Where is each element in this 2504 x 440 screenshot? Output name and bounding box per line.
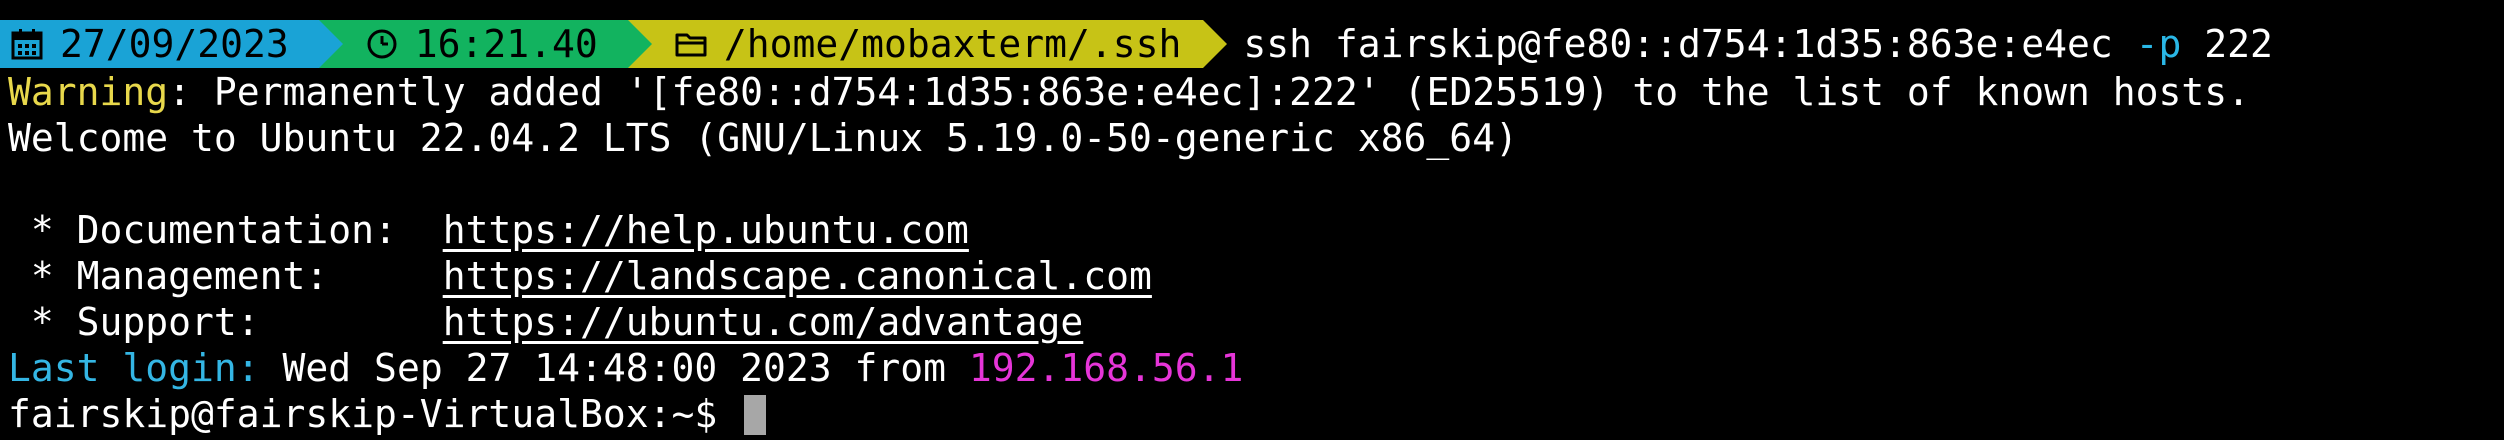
prompt-bar: 27/09/2023 16:21.40 /home/mobaxterm/.ssh…	[0, 20, 2273, 68]
clock-icon	[367, 29, 397, 59]
date-segment: 27/09/2023	[0, 20, 319, 68]
segment-separator	[627, 20, 652, 68]
prompt-time: 16:21.40	[414, 22, 598, 66]
doc-link[interactable]: https://help.ubuntu.com	[443, 208, 969, 252]
shell-prompt-line[interactable]: fairskip@fairskip-VirtualBox:~$	[8, 391, 767, 437]
last-login-ip: 192.168.56.1	[968, 346, 1244, 390]
warning-line: Warning: Permanently added '[fe80::d754:…	[8, 69, 2250, 115]
warning-label: Warning	[8, 70, 169, 114]
last-login-line: Last login: Wed Sep 27 14:48:00 2023 fro…	[8, 345, 1243, 391]
folder-icon	[675, 33, 707, 57]
time-segment: 16:21.40	[342, 20, 628, 68]
prompt-path: /home/mobaxterm/.ssh	[723, 22, 1182, 66]
command-flag: -p	[2135, 22, 2182, 66]
shell-prompt: fairskip@fairskip-VirtualBox:~$	[8, 392, 741, 436]
support-link[interactable]: https://ubuntu.com/advantage	[443, 300, 1084, 344]
command-arg: 222	[2204, 22, 2273, 66]
last-login-text: Wed Sep 27 14:48:00 2023 from	[259, 346, 969, 390]
management-link[interactable]: https://landscape.canonical.com	[443, 254, 1152, 298]
support-link-label: * Support:	[8, 300, 443, 344]
management-link-line: * Management: https://landscape.canonica…	[8, 253, 1152, 299]
segment-separator	[318, 20, 343, 68]
welcome-line: Welcome to Ubuntu 22.04.2 LTS (GNU/Linux…	[8, 116, 1518, 160]
warning-text: : Permanently added '[fe80::d754:1d35:86…	[168, 70, 2251, 114]
doc-link-label: * Documentation:	[8, 208, 443, 252]
last-login-label: Last login:	[8, 346, 260, 390]
command-line: ssh fairskip@fe80::d754:1d35:863e:e4ec -…	[1227, 22, 2273, 66]
doc-link-line: * Documentation: https://help.ubuntu.com	[8, 207, 969, 253]
path-segment: /home/mobaxterm/.ssh	[651, 20, 1204, 68]
calendar-icon	[11, 29, 43, 60]
terminal-window[interactable]: 27/09/2023 16:21.40 /home/mobaxterm/.ssh…	[0, 0, 2504, 440]
text-cursor	[744, 395, 767, 435]
segment-separator	[1203, 20, 1228, 68]
command-text: ssh fairskip@fe80::d754:1d35:863e:e4ec	[1243, 22, 2113, 66]
support-link-line: * Support: https://ubuntu.com/advantage	[8, 299, 1083, 345]
management-link-label: * Management:	[8, 254, 443, 298]
prompt-date: 27/09/2023	[60, 22, 289, 66]
